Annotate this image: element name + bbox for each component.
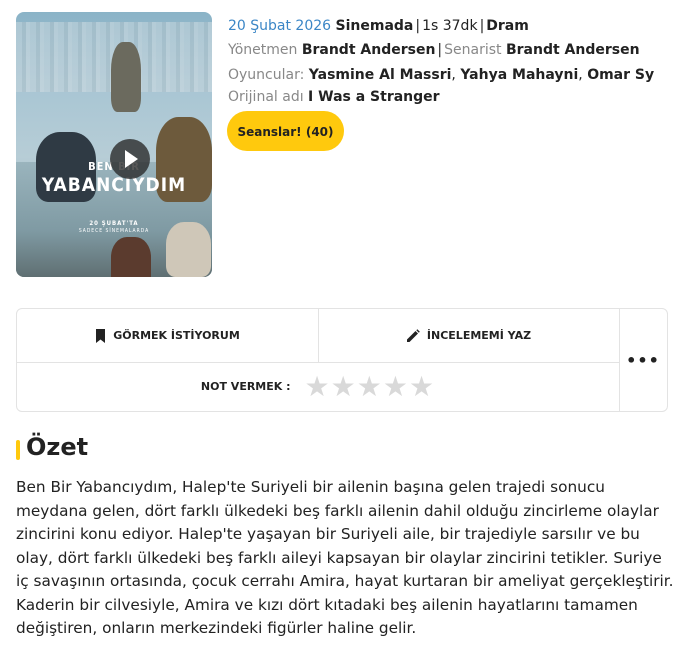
rate-label: NOT VERMEK : xyxy=(200,380,291,393)
sessions-button[interactable]: Seanslar! (40) xyxy=(227,111,344,151)
poster-title-line2: YABANCIYDIM xyxy=(41,174,187,196)
poster-figure xyxy=(111,42,141,112)
cast-row: Oyuncular: Yasmine Al Massri, Yahya Maha… xyxy=(228,67,655,83)
play-icon xyxy=(125,150,138,168)
duration: 1s 37dk xyxy=(422,18,478,34)
poster-date: 20 ŞUBAT'TA xyxy=(89,220,139,227)
separator: | xyxy=(437,42,443,58)
original-title-row: Orijinal adı I Was a Stranger xyxy=(228,87,440,107)
star-icon[interactable]: ★ xyxy=(409,372,434,401)
poster-figure xyxy=(111,237,151,277)
genre-link[interactable]: Dram xyxy=(486,18,529,34)
cast-link[interactable]: Omar Sy xyxy=(587,67,654,83)
want-to-see-button[interactable]: GÖRMEK İSTİYORUM xyxy=(17,309,319,363)
cast-link[interactable]: Yahya Mahayni xyxy=(460,67,578,83)
cast-link[interactable]: Yasmine Al Massri xyxy=(309,67,452,83)
director-label: Yönetmen xyxy=(228,42,298,58)
poster-date-sub: SADECE SİNEMALARDA xyxy=(78,228,150,234)
write-review-label: İNCELEMEMİ YAZ xyxy=(426,329,532,342)
write-review-button[interactable]: İNCELEMEMİ YAZ xyxy=(318,309,620,363)
release-status: Sinemada xyxy=(335,18,414,34)
star-icon[interactable]: ★ xyxy=(357,372,382,401)
star-icon[interactable]: ★ xyxy=(331,372,356,401)
rating-row: NOT VERMEK : ★ ★ ★ ★ ★ xyxy=(17,362,620,411)
writer-label: Senarist xyxy=(444,42,502,58)
original-title: I Was a Stranger xyxy=(308,89,440,105)
credits-row: Yönetmen Brandt Andersen | Senarist Brandt… xyxy=(228,40,640,60)
action-box: GÖRMEK İSTİYORUM İNCELEMEMİ YAZ NOT VERM… xyxy=(16,308,668,412)
summary-heading: Özet xyxy=(26,433,89,461)
bookmark-icon xyxy=(95,328,106,343)
star-icon[interactable]: ★ xyxy=(383,372,408,401)
play-trailer-button[interactable] xyxy=(110,139,150,179)
more-options-button[interactable]: ••• xyxy=(619,309,667,411)
more-dots-icon: ••• xyxy=(626,350,660,370)
summary-accent-bar xyxy=(16,440,20,460)
writer-link[interactable]: Brandt Andersen xyxy=(506,42,640,58)
want-to-see-label: GÖRMEK İSTİYORUM xyxy=(113,329,240,342)
separator: | xyxy=(479,18,485,34)
director-link[interactable]: Brandt Andersen xyxy=(302,42,436,58)
separator: | xyxy=(415,18,421,34)
star-icon[interactable]: ★ xyxy=(305,372,330,401)
release-date-link[interactable]: 20 Şubat 2026 xyxy=(228,18,331,34)
pencil-icon xyxy=(406,328,420,343)
summary-text: Ben Bir Yabancıydım, Halep'te Suriyeli b… xyxy=(16,478,674,637)
cast-label: Oyuncular: xyxy=(228,67,305,83)
original-title-label: Orijinal adı xyxy=(228,89,304,105)
rating-stars[interactable]: ★ ★ ★ ★ ★ xyxy=(305,372,436,401)
release-info-row: 20 Şubat 2026 Sinemada | 1s 37dk | Dram xyxy=(228,16,529,36)
movie-poster[interactable]: BEN BIR YABANCIYDIM 20 ŞUBAT'TA SADECE S… xyxy=(16,12,212,277)
